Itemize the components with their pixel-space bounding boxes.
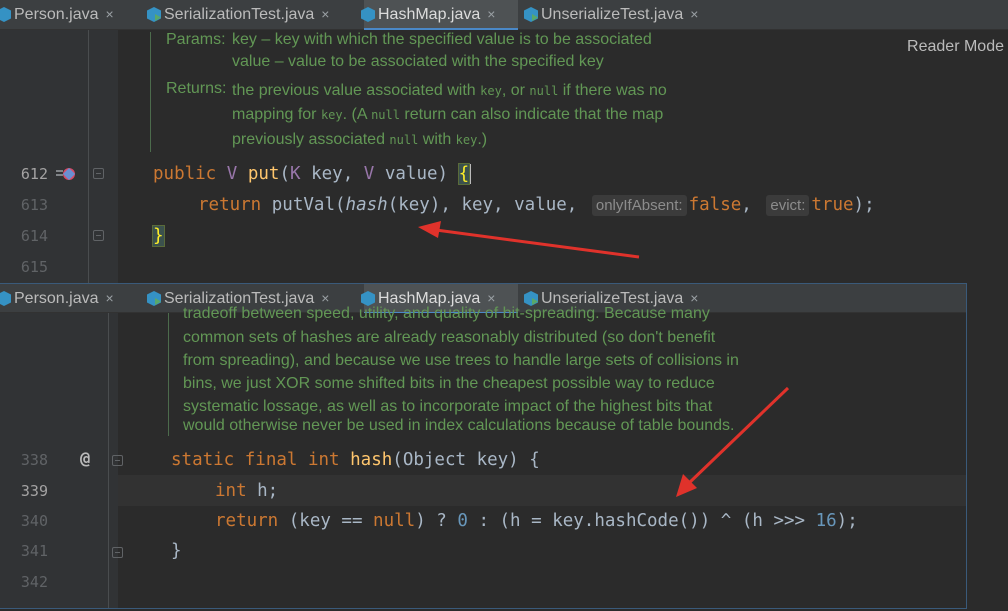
editor-pane-bottom: Person.java × SerializationTest.java × Has… xyxy=(0,283,967,609)
line-number: 341 xyxy=(20,542,48,560)
line-number: 339 xyxy=(20,482,48,500)
inlay-hint: onlyIfAbsent: xyxy=(591,195,687,216)
javadoc-returns-label: Returns: xyxy=(166,80,227,97)
tab-person[interactable]: Person.java × xyxy=(0,0,143,30)
class-icon xyxy=(0,7,11,22)
javadoc-line: common sets of hashes are already reason… xyxy=(183,329,716,346)
line-number: 615 xyxy=(20,258,48,276)
class-runnable-icon xyxy=(147,291,161,306)
close-icon[interactable]: × xyxy=(487,6,495,22)
editor-pane-top: Person.java × SerializationTest.java × Has… xyxy=(0,0,1008,283)
line-number: 340 xyxy=(20,512,48,530)
class-runnable-icon xyxy=(147,7,161,22)
javadoc-returns-line-3: previously associated null with key.) xyxy=(232,131,488,148)
javadoc-returns-line-2: mapping for key. (A null return can also… xyxy=(232,106,664,123)
line-number: 614 xyxy=(20,227,48,245)
javadoc-line: from spreading), and because we use tree… xyxy=(183,352,739,369)
close-icon[interactable]: × xyxy=(690,6,698,22)
close-icon[interactable]: × xyxy=(106,290,114,306)
javadoc-params-label: Params: xyxy=(166,31,226,48)
javadoc-param-value: value – value to be associated with the … xyxy=(232,53,604,70)
code-line-340: return (key == null) ? 0 : (h = key.hash… xyxy=(215,511,858,531)
javadoc-returns-line-1: the previous value associated with key, … xyxy=(232,82,667,99)
line-number: 342 xyxy=(20,573,48,591)
close-icon[interactable]: × xyxy=(106,6,114,22)
line-number: 338 xyxy=(20,451,48,469)
code-line-338: static final int hash(Object key) { xyxy=(171,450,540,470)
line-number: 612 xyxy=(20,165,48,183)
code-line-613: return putVal(hash(key), key, value, onl… xyxy=(198,195,875,216)
class-icon xyxy=(361,7,375,22)
class-runnable-icon xyxy=(524,7,538,22)
code-line-614: } xyxy=(152,225,165,247)
tab-unserializetest[interactable]: UnserializeTest.java × xyxy=(524,0,727,30)
javadoc-param-key: key – key with which the specified value… xyxy=(232,31,652,48)
code-line-612: public V put(K key, V value) { xyxy=(153,163,472,185)
fold-marker-icon[interactable] xyxy=(112,455,123,466)
reader-mode-button[interactable]: Reader Mode xyxy=(907,38,1004,56)
line-number: 613 xyxy=(20,196,48,214)
inlay-hint: evict: xyxy=(766,195,810,216)
tab-person[interactable]: Person.java × xyxy=(0,284,143,314)
javadoc-line: would otherwise never be used in index c… xyxy=(183,417,735,434)
fold-marker-icon[interactable] xyxy=(93,168,104,179)
code-line-341: } xyxy=(171,541,182,561)
close-icon[interactable]: × xyxy=(321,6,329,22)
fold-marker-icon[interactable] xyxy=(93,230,104,241)
text-caret xyxy=(469,164,472,184)
annotation-marker[interactable]: @ xyxy=(80,449,90,469)
override-implements-icon[interactable] xyxy=(55,165,77,183)
code-line-339: int h; xyxy=(215,481,279,501)
tab-hashmap[interactable]: HashMap.java × xyxy=(361,0,518,31)
tab-bar: Person.java × SerializationTest.java × Has… xyxy=(0,0,1008,31)
tab-serializationtest[interactable]: SerializationTest.java × xyxy=(147,0,354,30)
fold-marker-icon[interactable] xyxy=(112,547,123,558)
javadoc-line: tradeoff between speed, utility, and qua… xyxy=(183,305,710,322)
class-icon xyxy=(0,291,11,306)
javadoc-line: bins, we just XOR some shifted bits in t… xyxy=(183,375,715,392)
